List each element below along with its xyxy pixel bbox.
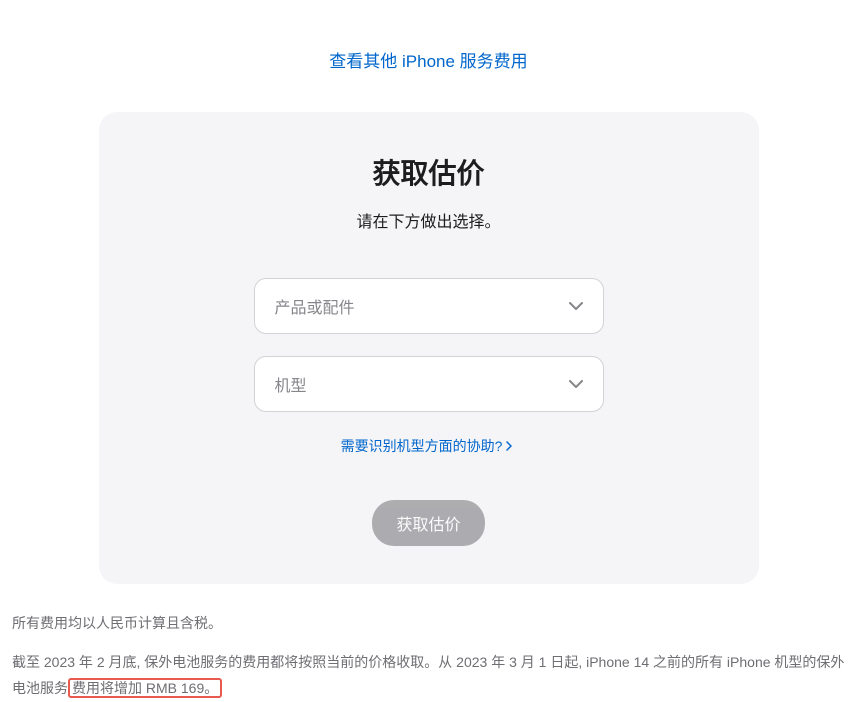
estimate-card: 获取估价 请在下方做出选择。 产品或配件 机型 需要识别机型方面的协助? <box>99 112 759 584</box>
footer-line-1: 所有费用均以人民币计算且含税。 <box>12 610 845 637</box>
model-select-placeholder: 机型 <box>275 372 569 396</box>
identify-model-help-link[interactable]: 需要识别机型方面的协助? <box>341 436 517 456</box>
product-select[interactable]: 产品或配件 <box>254 278 604 334</box>
footer-disclaimer: 所有费用均以人民币计算且含税。 截至 2023 年 2 月底, 保外电池服务的费… <box>10 610 847 702</box>
top-link-area: 查看其他 iPhone 服务费用 <box>10 0 847 102</box>
chevron-down-icon <box>569 377 583 391</box>
model-select[interactable]: 机型 <box>254 356 604 412</box>
price-increase-highlight: 费用将增加 RMB 169。 <box>68 678 222 698</box>
other-services-link[interactable]: 查看其他 iPhone 服务费用 <box>329 52 527 71</box>
get-estimate-button[interactable]: 获取估价 <box>372 500 484 546</box>
card-title: 获取估价 <box>159 152 699 192</box>
help-link-label: 需要识别机型方面的协助? <box>341 436 503 456</box>
chevron-down-icon <box>569 299 583 313</box>
card-subtitle: 请在下方做出选择。 <box>159 208 699 232</box>
product-select-placeholder: 产品或配件 <box>275 294 569 318</box>
chevron-right-icon <box>506 441 516 451</box>
footer-line-2: 截至 2023 年 2 月底, 保外电池服务的费用都将按照当前的价格收取。从 2… <box>12 649 845 702</box>
